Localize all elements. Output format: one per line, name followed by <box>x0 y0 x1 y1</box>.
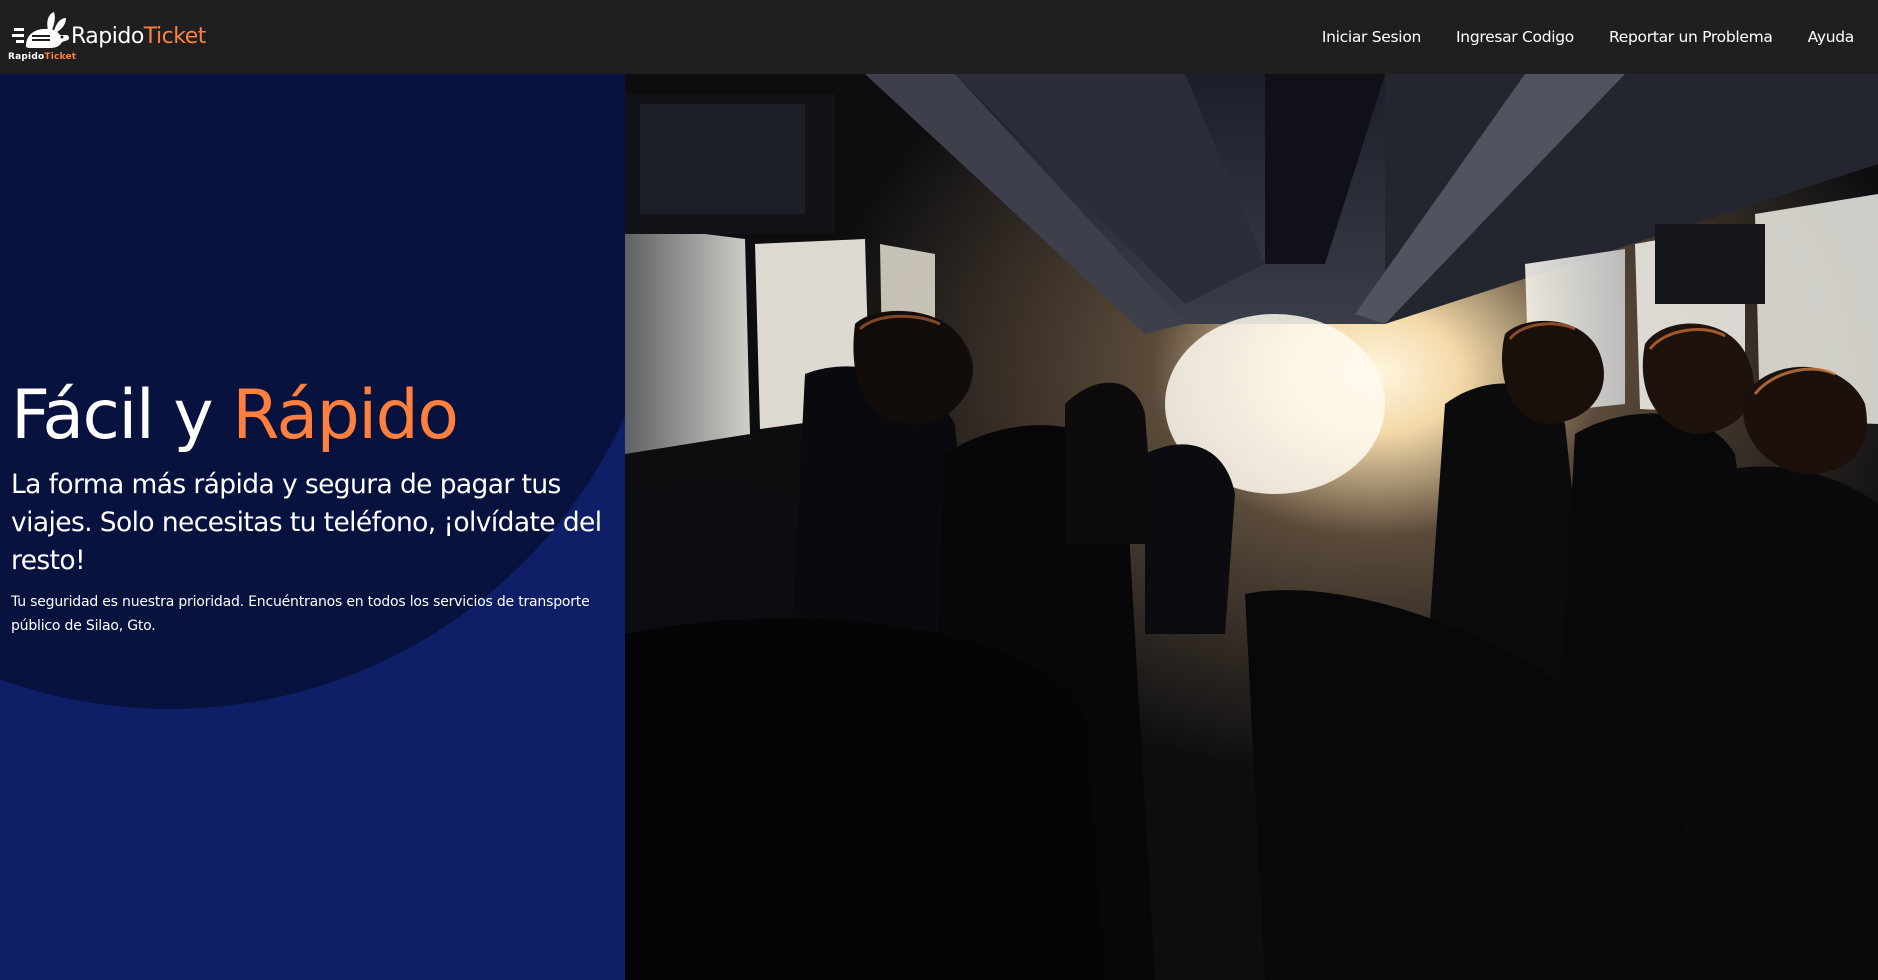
top-navbar: RapidoTicket RapidoTicket Iniciar Sesion… <box>0 0 1878 75</box>
hero-panel: Fácil y Rápido La forma más rápida y seg… <box>0 74 625 980</box>
hero-subtitle: La forma más rápida y segura de pagar tu… <box>11 468 602 576</box>
brand-logo-link[interactable]: RapidoTicket RapidoTicket <box>8 8 208 68</box>
nav-ayuda[interactable]: Ayuda <box>1808 28 1855 46</box>
brand-small-part2: Ticket <box>44 52 77 62</box>
main-nav: Iniciar Sesion Ingresar Codigo Reportar … <box>1322 0 1854 74</box>
nav-ingresar-codigo[interactable]: Ingresar Codigo <box>1456 28 1574 46</box>
nav-reportar-problema[interactable]: Reportar un Problema <box>1609 28 1773 46</box>
brand-small-part1: Rapido <box>8 52 45 62</box>
hero-title-accent: Rápido <box>232 376 459 455</box>
brand-name-part1: Rapido <box>71 24 144 49</box>
brand-name-part2: Ticket <box>143 24 207 49</box>
brand-name: RapidoTicket <box>71 24 206 49</box>
brand-small-wordmark: RapidoTicket <box>8 52 76 62</box>
hero-title-part1: Fácil y <box>11 376 214 455</box>
hero-description: Tu seguridad es nuestra prioridad. Encué… <box>11 593 590 634</box>
bus-interior-passengers-image <box>625 74 1878 980</box>
nav-iniciar-sesion[interactable]: Iniciar Sesion <box>1322 28 1422 46</box>
hero-text-block: Fácil y Rápido La forma más rápida y seg… <box>11 376 606 638</box>
hero-title: Fácil y Rápido <box>11 376 606 455</box>
rabbit-ticket-icon <box>12 12 70 48</box>
